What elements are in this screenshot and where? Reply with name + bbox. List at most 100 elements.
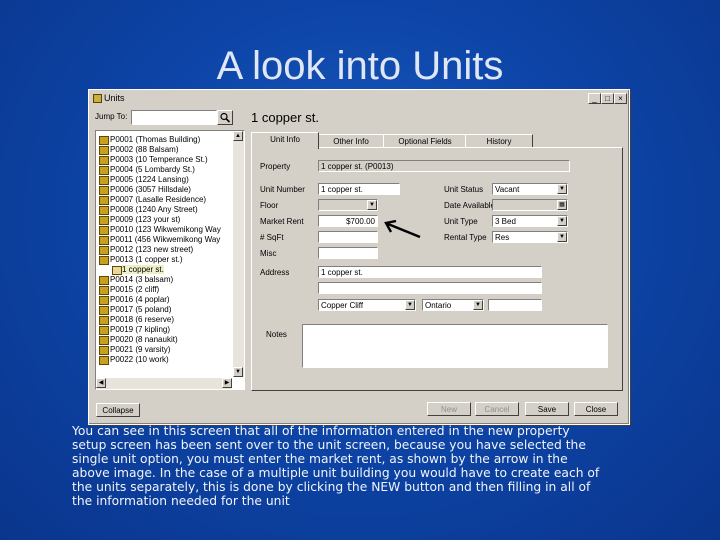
tree-item[interactable]: P0004 (5 Lombardy St.) xyxy=(96,165,228,175)
tree-item[interactable]: P0021 (9 varsity) xyxy=(96,345,228,355)
save-button[interactable]: Save xyxy=(525,402,569,416)
tree-item-label: P0015 (2 cliff) xyxy=(110,285,160,294)
jump-search-button[interactable] xyxy=(217,110,233,125)
unit-info-panel: Property 1 copper st. (P0013) Unit Numbe… xyxy=(251,147,623,391)
scroll-up-icon[interactable]: ▲ xyxy=(233,131,243,141)
building-icon xyxy=(99,316,109,325)
market-rent-field[interactable]: $700.00 xyxy=(318,215,378,227)
address-line2-field[interactable] xyxy=(318,282,542,294)
chevron-down-icon[interactable]: ▼ xyxy=(557,232,567,242)
cancel-button[interactable]: Cancel xyxy=(475,402,519,416)
building-icon xyxy=(99,136,109,145)
tree-item[interactable]: P0003 (10 Temperance St.) xyxy=(96,155,228,165)
unit-type-value: 3 Bed xyxy=(495,217,516,226)
tree-item[interactable]: P0013 (1 copper st.) xyxy=(96,255,228,265)
building-icon xyxy=(99,206,109,215)
tree-item-label: P0022 (10 work) xyxy=(110,355,169,364)
maximize-button[interactable]: □ xyxy=(601,93,614,104)
tree-item[interactable]: P0012 (123 new street) xyxy=(96,245,228,255)
address-line1-field[interactable]: 1 copper st. xyxy=(318,266,542,278)
date-available-field[interactable]: ▦ xyxy=(492,199,568,211)
building-icon xyxy=(99,166,109,175)
tree-item[interactable]: P0011 (456 Wikwemikong Way xyxy=(96,235,228,245)
new-button[interactable]: New xyxy=(427,402,471,416)
window-title-bar[interactable]: Units _ □ × xyxy=(91,92,627,104)
tree-item[interactable]: P0020 (8 nanaukit) xyxy=(96,335,228,345)
tree-item-label: P0021 (9 varsity) xyxy=(110,345,171,354)
caption-line: the units separately, this is done by cl… xyxy=(72,480,591,494)
minimize-button[interactable]: _ xyxy=(588,93,601,104)
caption-line: the information needed for the unit xyxy=(72,494,290,508)
chevron-down-icon[interactable]: ▼ xyxy=(473,300,483,310)
tree-item[interactable]: P0009 (123 your st) xyxy=(96,215,228,225)
tree-item-label: P0016 (4 poplar) xyxy=(110,295,170,304)
building-icon xyxy=(99,346,109,355)
tree-item[interactable]: P0017 (5 poland) xyxy=(96,305,228,315)
tab-other-info[interactable]: Other Info xyxy=(317,134,385,148)
search-icon xyxy=(220,112,231,123)
chevron-down-icon[interactable]: ▼ xyxy=(557,184,567,194)
tree-item[interactable]: P0016 (4 poplar) xyxy=(96,295,228,305)
tree-item[interactable]: P0008 (1240 Any Street) xyxy=(96,205,228,215)
tree-item[interactable]: P0015 (2 cliff) xyxy=(96,285,228,295)
rental-type-select[interactable]: Res ▼ xyxy=(492,231,568,243)
tree-item[interactable]: P0014 (3 balsam) xyxy=(96,275,228,285)
tree-vertical-scrollbar[interactable]: ▲ ▼ xyxy=(233,131,244,377)
chevron-down-icon[interactable]: ▼ xyxy=(557,216,567,226)
rental-type-value: Res xyxy=(495,233,510,242)
province-value: Ontario xyxy=(425,301,452,310)
tree-item[interactable]: P0022 (10 work) xyxy=(96,355,228,365)
tab-history[interactable]: History xyxy=(465,134,533,148)
close-window-button[interactable]: × xyxy=(614,93,627,104)
tree-item[interactable]: P0001 (Thomas Building) xyxy=(96,135,228,145)
tree-item[interactable]: P0019 (7 kipling) xyxy=(96,325,228,335)
collapse-button[interactable]: Collapse xyxy=(96,403,140,417)
tree-item-label: P0003 (10 Temperance St.) xyxy=(110,155,208,164)
chevron-down-icon[interactable]: ▼ xyxy=(367,200,377,210)
tab-unit-info[interactable]: Unit Info xyxy=(251,132,319,149)
tree-horizontal-scrollbar[interactable]: ◀ ▶ xyxy=(96,378,232,389)
tree-item[interactable]: P0018 (6 reserve) xyxy=(96,315,228,325)
tree-item[interactable]: P0002 (88 Balsam) xyxy=(96,145,228,155)
window-title: Units xyxy=(104,93,125,103)
property-tree[interactable]: P0001 (Thomas Building) P0002 (88 Balsam)… xyxy=(95,130,245,390)
building-icon xyxy=(99,226,109,235)
sq-feet-field[interactable] xyxy=(318,231,378,243)
scroll-down-icon[interactable]: ▼ xyxy=(233,367,243,377)
scroll-right-icon[interactable]: ▶ xyxy=(222,378,232,388)
tree-item[interactable]: P0007 (Lasalle Residence) xyxy=(96,195,228,205)
caption-line: single unit option, you must enter the m… xyxy=(72,452,568,466)
caption-line: setup screen has been sent over to the u… xyxy=(72,438,586,452)
province-select[interactable]: Ontario ▼ xyxy=(422,299,484,311)
notes-field[interactable] xyxy=(302,324,608,368)
tree-item-label: P0019 (7 kipling) xyxy=(110,325,171,334)
unit-status-value: Vacant xyxy=(495,185,520,194)
tree-item[interactable]: P0010 (123 Wikwemikong Way xyxy=(96,225,228,235)
tree-item-label: 1 copper st. xyxy=(122,265,164,274)
tree-item[interactable]: P0006 (3057 Hillsdale) xyxy=(96,185,228,195)
jump-to-input[interactable] xyxy=(131,110,217,125)
tree-item-label: P0002 (88 Balsam) xyxy=(110,145,179,154)
floor-field[interactable]: ▼ xyxy=(318,199,378,211)
rental-type-label: Rental Type xyxy=(444,233,487,242)
unit-number-field[interactable]: 1 copper st. xyxy=(318,183,400,195)
unit-status-select[interactable]: Vacant ▼ xyxy=(492,183,568,195)
tree-item[interactable]: P0005 (1224 Lansing) xyxy=(96,175,228,185)
tree-item-label: P0020 (8 nanaukit) xyxy=(110,335,178,344)
floor-label: Floor xyxy=(260,201,279,210)
building-icon xyxy=(99,356,109,365)
property-field: 1 copper st. (P0013) xyxy=(318,160,570,172)
unit-type-select[interactable]: 3 Bed ▼ xyxy=(492,215,568,227)
close-button[interactable]: Close xyxy=(574,402,618,416)
unit-type-label: Unit Type xyxy=(444,217,478,226)
calendar-icon[interactable]: ▦ xyxy=(557,200,567,210)
building-icon xyxy=(99,216,109,225)
chevron-down-icon[interactable]: ▼ xyxy=(405,300,415,310)
city-select[interactable]: Copper Cliff ▼ xyxy=(318,299,416,311)
scroll-left-icon[interactable]: ◀ xyxy=(96,378,106,388)
tab-optional-fields[interactable]: Optional Fields xyxy=(383,134,467,148)
date-available-label: Date Available xyxy=(444,201,495,210)
tree-item[interactable]: 1 copper st. xyxy=(96,265,228,275)
misc-field[interactable] xyxy=(318,247,378,259)
postal-code-field[interactable] xyxy=(488,299,542,311)
